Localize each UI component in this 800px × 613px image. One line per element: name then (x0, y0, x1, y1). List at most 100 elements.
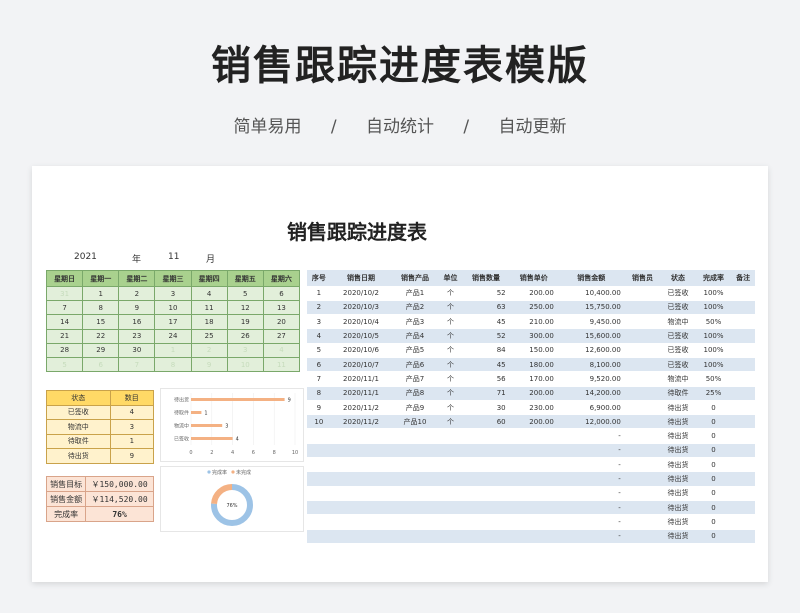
table-cell[interactable]: 待出货 (660, 486, 696, 501)
table-cell[interactable]: 个 (438, 414, 463, 430)
table-cell[interactable]: 个 (438, 343, 463, 358)
table-cell[interactable] (624, 300, 661, 316)
table-cell[interactable]: 2020/11/1 (330, 386, 392, 401)
table-cell[interactable]: 产品3 (391, 314, 439, 330)
table-cell[interactable] (307, 514, 331, 530)
calendar-day-cell[interactable]: 17 (154, 314, 192, 330)
month-value[interactable]: 11 (168, 252, 179, 262)
table-cell[interactable] (624, 314, 661, 330)
table-cell[interactable] (330, 514, 392, 530)
table-cell[interactable] (624, 471, 661, 487)
table-cell[interactable]: 个 (438, 314, 463, 330)
table-cell[interactable]: 产品8 (391, 386, 439, 401)
table-cell[interactable]: 待出货 (660, 400, 696, 416)
table-cell[interactable]: 8,100.00 (557, 357, 625, 373)
sales-summary-value[interactable]: ￥114,520.00 (85, 491, 154, 507)
calendar-day-cell[interactable]: 6 (262, 285, 301, 302)
sales-summary-label[interactable]: 销售目标 (45, 476, 87, 492)
table-cell[interactable]: 7 (307, 371, 331, 387)
table-cell[interactable] (624, 286, 661, 301)
table-cell[interactable] (462, 428, 510, 444)
calendar-day-cell[interactable]: 5 (226, 285, 264, 302)
calendar-day-cell[interactable]: 11 (190, 300, 228, 316)
table-cell[interactable]: 6,900.00 (557, 400, 625, 416)
table-cell[interactable] (438, 428, 463, 444)
table-cell[interactable]: 15,750.00 (557, 300, 625, 316)
table-cell[interactable] (509, 529, 558, 544)
table-cell[interactable]: 200.00 (509, 286, 558, 301)
table-cell[interactable] (391, 500, 439, 516)
table-cell[interactable] (731, 328, 755, 344)
table-cell[interactable] (731, 286, 755, 301)
table-cell[interactable] (731, 457, 755, 473)
table-cell[interactable] (307, 529, 331, 544)
table-cell[interactable]: 产品10 (391, 414, 439, 430)
table-cell[interactable] (731, 443, 755, 459)
table-cell[interactable] (391, 514, 439, 530)
table-cell[interactable]: 个 (438, 300, 463, 316)
table-cell[interactable] (330, 486, 392, 501)
status-count-cell[interactable]: 1 (109, 433, 155, 449)
calendar-day-cell[interactable]: 8 (82, 300, 120, 316)
table-cell[interactable]: 84 (462, 343, 510, 358)
status-name-cell[interactable]: 待出货 (46, 448, 111, 464)
table-cell[interactable]: 52 (462, 328, 510, 344)
table-cell[interactable] (462, 471, 510, 487)
calendar-day-cell[interactable]: 7 (118, 356, 156, 373)
table-cell[interactable] (462, 500, 510, 516)
table-cell[interactable]: 产品6 (391, 357, 439, 373)
table-cell[interactable]: 待取件 (660, 386, 696, 401)
table-cell[interactable]: 产品9 (391, 400, 439, 416)
calendar-day-cell[interactable]: 10 (154, 300, 192, 316)
calendar-day-cell[interactable]: 24 (154, 328, 192, 344)
table-cell[interactable]: 180.00 (509, 357, 558, 373)
status-name-cell[interactable]: 已签收 (46, 404, 111, 420)
table-cell[interactable]: 产品4 (391, 328, 439, 344)
table-cell[interactable] (509, 514, 558, 530)
table-cell[interactable] (307, 457, 331, 473)
table-cell[interactable]: 4 (307, 328, 331, 344)
table-cell[interactable]: 待出货 (660, 414, 696, 430)
calendar-day-cell[interactable]: 10 (226, 356, 264, 373)
calendar-day-cell[interactable]: 29 (82, 342, 120, 358)
table-cell[interactable]: 100% (695, 328, 732, 344)
table-cell[interactable] (731, 471, 755, 487)
sales-summary-value[interactable]: ￥150,000.00 (85, 476, 154, 492)
table-cell[interactable]: 170.00 (509, 371, 558, 387)
table-cell[interactable] (624, 357, 661, 373)
table-cell[interactable] (624, 343, 661, 358)
table-cell[interactable]: 60 (462, 414, 510, 430)
table-cell[interactable] (731, 514, 755, 530)
calendar-day-cell[interactable]: 27 (262, 328, 301, 344)
table-cell[interactable]: 个 (438, 400, 463, 416)
table-cell[interactable]: 0 (695, 443, 732, 459)
table-cell[interactable]: 产品1 (391, 286, 439, 301)
calendar-day-cell[interactable]: 6 (82, 356, 120, 373)
table-cell[interactable]: 待出货 (660, 514, 696, 530)
table-cell[interactable]: 100% (695, 286, 732, 301)
table-cell[interactable] (624, 457, 661, 473)
table-cell[interactable] (330, 428, 392, 444)
status-name-cell[interactable]: 待取件 (46, 433, 111, 449)
table-cell[interactable]: - (557, 471, 625, 487)
table-cell[interactable]: 8 (307, 386, 331, 401)
table-cell[interactable]: 9,450.00 (557, 314, 625, 330)
table-cell[interactable]: 产品5 (391, 343, 439, 358)
table-cell[interactable]: 100% (695, 343, 732, 358)
sales-summary-label[interactable]: 完成率 (45, 506, 87, 522)
table-cell[interactable]: 已签收 (660, 357, 696, 373)
table-cell[interactable] (624, 371, 661, 387)
calendar-day-cell[interactable]: 20 (262, 314, 301, 330)
calendar-day-cell[interactable]: 3 (154, 285, 192, 302)
calendar-day-cell[interactable]: 16 (118, 314, 156, 330)
table-cell[interactable]: 个 (438, 357, 463, 373)
calendar-day-cell[interactable]: 2 (190, 342, 228, 358)
status-count-cell[interactable]: 4 (109, 404, 155, 420)
table-cell[interactable] (731, 371, 755, 387)
table-cell[interactable] (731, 414, 755, 430)
table-cell[interactable] (438, 457, 463, 473)
table-cell[interactable] (731, 386, 755, 401)
table-cell[interactable] (438, 443, 463, 459)
table-cell[interactable] (438, 529, 463, 544)
calendar-day-cell[interactable]: 2 (118, 285, 156, 302)
